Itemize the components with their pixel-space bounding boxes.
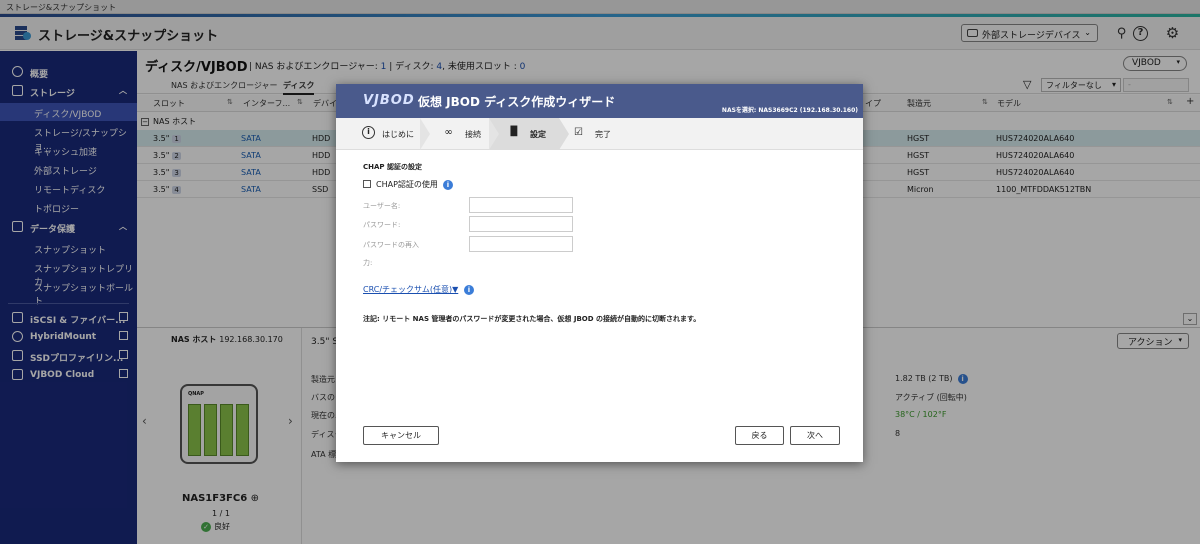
info-icon: i: [362, 126, 375, 139]
step-finish: 完了: [595, 130, 611, 139]
info-icon[interactable]: i: [464, 285, 474, 295]
username-label: ユーザー名:: [363, 202, 401, 210]
step-separator: [420, 118, 430, 150]
chap-checkbox[interactable]: [363, 180, 371, 188]
dialog-header: VJBOD 仮想 JBOD ディスク作成ウィザード NASを選択: NAS366…: [336, 84, 863, 118]
info-icon[interactable]: i: [443, 180, 453, 190]
step-separator: [489, 118, 499, 150]
step-introduction: はじめに: [382, 130, 414, 139]
vjbod-logo: VJBOD: [363, 93, 415, 108]
wizard-steps: i はじめに ∞ 接続 ▐▌ 設定 ☑ 完了: [336, 118, 863, 150]
clipboard-check-icon: ☑: [574, 127, 583, 138]
selected-nas-label: NASを選択: NAS3669C2 (192.168.30.160): [721, 107, 858, 114]
dialog-body: CHAP 認証の設定 CHAP認証の使用 i ユーザー名: パスワード: パスワ…: [336, 150, 863, 462]
back-button[interactable]: 戻る: [735, 426, 784, 445]
cancel-button[interactable]: キャンセル: [363, 426, 439, 445]
dialog-title: 仮想 JBOD ディスク作成ウィザード: [418, 95, 616, 109]
username-input[interactable]: [469, 197, 573, 213]
crc-checksum-link[interactable]: CRC/チェックサム(任意)▼: [363, 284, 458, 295]
active-step-highlight: [489, 118, 559, 150]
password-label: パスワード:: [363, 221, 401, 229]
step-settings: 設定: [530, 130, 546, 139]
password-input[interactable]: [469, 216, 573, 232]
step-separator: [559, 118, 569, 150]
step-connection: 接続: [465, 130, 481, 139]
settings-icon: ▐▌: [507, 127, 521, 137]
password-confirm-label: パスワードの再入 力:: [363, 241, 419, 267]
link-icon: ∞: [444, 127, 453, 138]
disconnect-note: 注記: リモート NAS 管理者のパスワードが変更された場合、仮想 JBOD の…: [363, 315, 701, 323]
next-button[interactable]: 次へ: [790, 426, 840, 445]
password-confirm-input[interactable]: [469, 236, 573, 252]
chap-section-title: CHAP 認証の設定: [363, 163, 422, 171]
chap-checkbox-row[interactable]: CHAP認証の使用 i: [363, 179, 453, 190]
vjbod-wizard-dialog: VJBOD 仮想 JBOD ディスク作成ウィザード NASを選択: NAS366…: [336, 84, 863, 462]
